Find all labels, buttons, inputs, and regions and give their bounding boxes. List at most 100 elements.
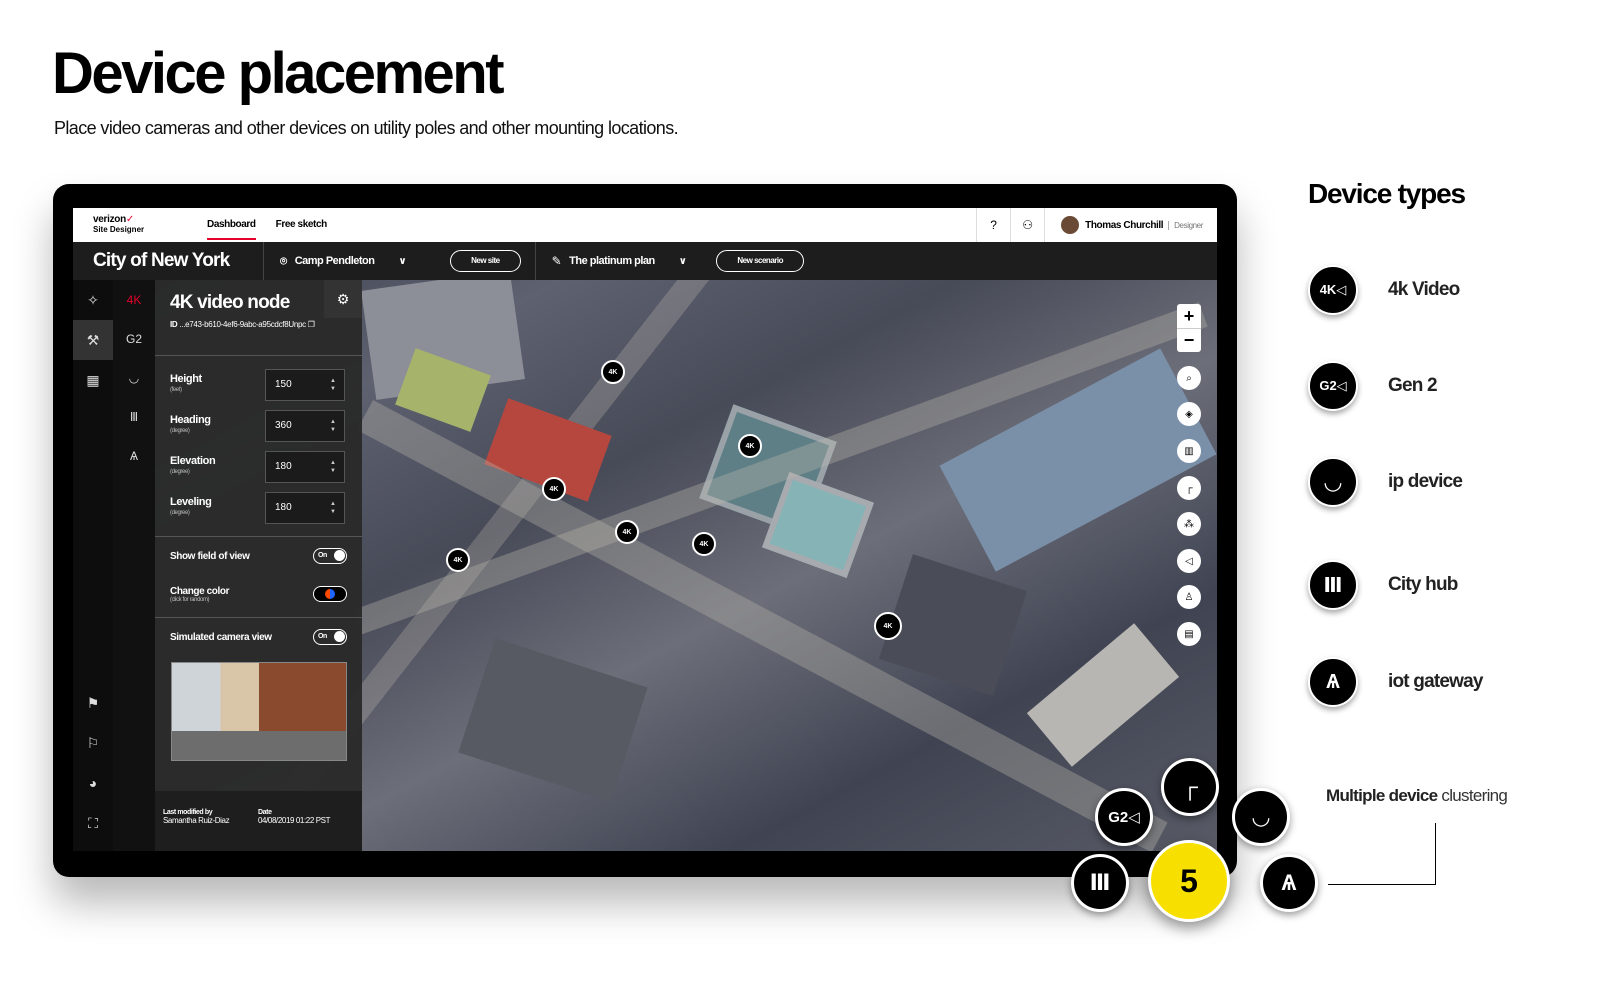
iot-gateway-tool-icon[interactable]: Ѧ — [113, 436, 155, 475]
map-marker-4k-camera[interactable]: 4K — [738, 434, 762, 458]
stepper-arrows-icon[interactable]: ▲ ▼ — [330, 377, 336, 393]
change-color-label: Change color — [170, 585, 230, 597]
stepper-arrows-icon[interactable]: ▲ ▼ — [330, 459, 336, 475]
leveling-unit: (degree) — [170, 510, 190, 516]
bookmark-icon[interactable]: ⚐ — [73, 723, 113, 763]
change-color-row: Change color (click for random) — [155, 575, 362, 613]
layout-icon[interactable]: ▦ — [73, 360, 113, 400]
map-marker-4k-camera[interactable]: 4K — [692, 532, 716, 556]
plan-name: The platinum plan — [569, 255, 655, 267]
panel-gap — [155, 528, 362, 536]
heading-value: 360 — [275, 419, 292, 431]
gen2-tool-icon[interactable]: G2 — [113, 319, 155, 358]
height-label: Height — [170, 373, 202, 385]
stepper-arrows-icon[interactable]: ▲ ▼ — [330, 500, 336, 516]
ip-device-cluster-icon[interactable]: ◡ — [1232, 788, 1290, 846]
team-icon[interactable]: ⚇ — [1010, 208, 1044, 242]
show-fov-toggle[interactable]: On — [313, 548, 347, 564]
cluster-icon[interactable]: ⁂ — [1177, 512, 1201, 536]
flag-icon[interactable]: ⚑ — [73, 683, 113, 723]
change-color-toggle[interactable] — [313, 586, 347, 602]
help-icon[interactable]: ? — [976, 208, 1010, 242]
person-icon[interactable]: ♙ — [1177, 585, 1201, 609]
city-hub-tool-icon[interactable]: Ⅲ — [113, 397, 155, 436]
simulated-camera-view[interactable] — [171, 662, 347, 761]
share-icon[interactable]: ◁ — [1177, 549, 1201, 573]
heading-field: Heading (degree) 360 ▲ ▼ — [155, 405, 362, 446]
leveling-value: 180 — [275, 501, 292, 513]
tab-free-sketch[interactable]: Free sketch — [276, 208, 328, 242]
date-label: Date — [258, 809, 272, 816]
search-icon[interactable]: ⌕ — [1177, 366, 1201, 390]
stepper-arrows-icon[interactable]: ▲ ▼ — [330, 418, 336, 434]
city-hub-icon: Ⅲ — [1308, 560, 1358, 610]
elevation-value: 180 — [275, 460, 292, 472]
zoom-in-icon[interactable]: + — [1177, 304, 1201, 328]
tab-dashboard[interactable]: Dashboard — [207, 208, 256, 242]
pole-cluster-icon[interactable]: ┌ — [1161, 758, 1219, 816]
show-fov-label: Show field of view — [170, 550, 250, 562]
logo-text: verizon — [93, 214, 126, 225]
map-marker-4k-camera[interactable]: 4K — [446, 548, 470, 572]
ip-device-tool-icon[interactable]: ◡ — [113, 358, 155, 397]
user-menu[interactable]: Thomas Churchill Designer — [1044, 208, 1217, 242]
elevation-stepper[interactable]: 180 ▲ ▼ — [265, 450, 345, 483]
draw-tool-icon[interactable]: ✧ — [73, 280, 113, 320]
sim-view-toggle[interactable]: On — [313, 629, 347, 645]
logo[interactable]: verizon✓ Site Designer — [73, 215, 193, 235]
map-marker-4k-camera[interactable]: 4K — [601, 360, 625, 384]
change-color-hint: (click for random) — [170, 596, 210, 603]
user-role: Designer — [1168, 220, 1203, 230]
tablet-frame: 4K 4K 4K 4K 4K 4K 4K + − ⌕ ◈ ▥ ┌ ⁂ ◁ ♙ ▤… — [53, 184, 1237, 877]
show-fov-row: Show field of view On — [155, 537, 362, 575]
modified-by-label: Last modified by — [163, 809, 213, 816]
site-selector[interactable]: ⌾ Camp Pendleton ∨ New site — [263, 242, 535, 280]
4k-video-icon: 4K◁ — [1308, 265, 1358, 315]
city-hub-cluster-icon[interactable]: Ⅲ — [1071, 854, 1129, 912]
clipboard-icon[interactable]: ▤ — [1177, 622, 1201, 646]
device-type-ip-device: ◡ ip device — [1308, 457, 1463, 507]
gen2-cluster-icon[interactable]: G2◁ — [1095, 788, 1153, 846]
device-type-label: City hub — [1388, 574, 1458, 595]
new-scenario-button[interactable]: New scenario — [716, 250, 804, 272]
iot-gateway-cluster-icon[interactable]: Ѧ — [1260, 854, 1318, 912]
elevation-label: Elevation — [170, 455, 216, 467]
layers-icon[interactable]: ◈ — [1177, 402, 1201, 426]
map-marker-4k-camera-selected[interactable]: 4K — [874, 612, 902, 640]
gen2-icon: G2◁ — [1308, 361, 1358, 411]
panel-gap — [155, 356, 362, 364]
ip-device-icon: ◡ — [1308, 457, 1358, 507]
map-building — [458, 638, 648, 802]
city-title: City of New York — [93, 250, 230, 271]
sim-view-label: Simulated camera view — [170, 631, 272, 643]
device-type-label: Gen 2 — [1388, 375, 1438, 396]
primary-sidebar: ✧ ⚒ ▦ ⚑ ⚐ ◕ ⛶ — [73, 280, 113, 851]
zoom-out-icon[interactable]: − — [1177, 328, 1201, 352]
device-id-value: ...e743-b610-4ef6-9abc-a95cdcf8Unpc — [179, 320, 306, 329]
cluster-count-badge[interactable]: 5 — [1148, 840, 1230, 922]
zoom-control: + − — [1177, 304, 1201, 352]
place-device-icon[interactable]: ⚒ — [73, 320, 113, 360]
new-site-button[interactable]: New site — [450, 250, 521, 272]
chevron-down-icon: ∨ — [398, 255, 407, 267]
map-marker-4k-camera[interactable]: 4K — [542, 477, 566, 501]
map-icon[interactable]: ▥ — [1177, 439, 1201, 463]
plan-selector[interactable]: ✎ The platinum plan ∨ New scenario — [534, 242, 818, 280]
copy-icon[interactable]: ❐ — [308, 320, 315, 329]
height-stepper[interactable]: 150 ▲ ▼ — [265, 368, 345, 401]
palette-icon[interactable]: ◕ — [73, 763, 113, 803]
gear-icon[interactable]: ⚙ — [324, 280, 362, 318]
screenshot-icon[interactable]: ⛶ — [73, 803, 113, 843]
pole-icon[interactable]: ┌ — [1177, 476, 1201, 500]
leveling-stepper[interactable]: 180 ▲ ▼ — [265, 491, 345, 524]
device-id: ID ...e743-b610-4ef6-9abc-a95cdcf8Unpc ❐ — [170, 320, 362, 329]
4k-video-tool-icon[interactable]: 4K — [113, 280, 155, 319]
avatar — [1061, 216, 1080, 234]
device-type-label: iot gateway — [1388, 671, 1483, 692]
top-nav: verizon✓ Site Designer Dashboard Free sk… — [73, 208, 1217, 242]
panel-header: 4K video node ID ...e743-b610-4ef6-9abc-… — [155, 280, 362, 356]
heading-stepper[interactable]: 360 ▲ ▼ — [265, 409, 345, 442]
device-sidebar: 4K G2 ◡ Ⅲ Ѧ — [113, 280, 155, 851]
modified-by-value: Samantha Ruiz-Diaz — [163, 816, 230, 825]
map-marker-4k-camera[interactable]: 4K — [615, 520, 639, 544]
